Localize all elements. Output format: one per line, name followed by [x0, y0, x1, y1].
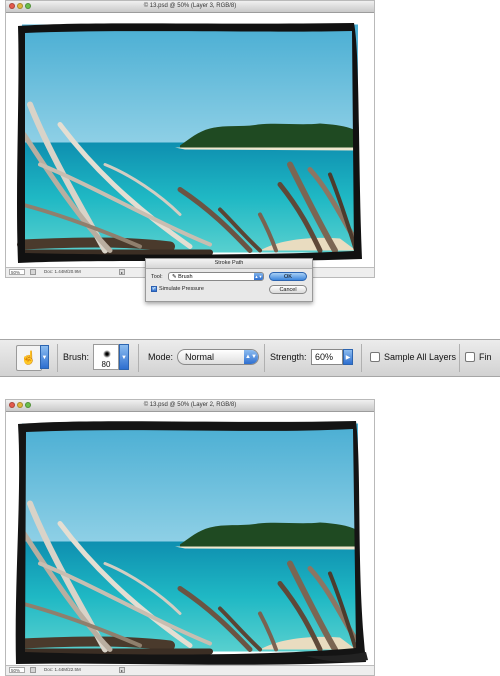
status-icon[interactable] — [30, 667, 36, 673]
zoom-field[interactable]: 50% — [9, 269, 25, 275]
divider — [459, 344, 460, 372]
tool-select-value: Brush — [178, 274, 193, 280]
document-window-layer3: © 13.psd @ 50% (Layer 3, RGB/8) 50% Doc:… — [5, 0, 375, 278]
tool-label: Tool: — [151, 274, 163, 280]
beach-photo — [6, 13, 374, 266]
status-menu-arrow-icon[interactable]: ▸ — [119, 269, 125, 275]
brush-tip-icon — [103, 350, 111, 358]
smudge-tool-icon[interactable]: ☝ — [16, 345, 42, 371]
document-window-layer2: © 13.psd @ 50% (Layer 2, RGB/8) 50% Doc:… — [5, 399, 375, 676]
status-menu-arrow-icon[interactable]: ▸ — [119, 667, 125, 673]
strength-label: Strength: — [270, 352, 307, 362]
brush-preset-picker[interactable]: 80 — [93, 344, 119, 370]
image-canvas[interactable] — [6, 13, 374, 266]
divider — [57, 344, 58, 372]
doc-size-info: Doc: 1.44M/20.9M — [44, 269, 81, 274]
window-titlebar[interactable]: © 13.psd @ 50% (Layer 2, RGB/8) — [6, 400, 374, 412]
tool-preset-menu-icon[interactable]: ▼ — [40, 345, 49, 369]
sample-all-layers-label: Sample All Layers — [384, 352, 457, 362]
chevron-down-icon: ▲▼ — [254, 273, 263, 280]
status-icon[interactable] — [30, 269, 36, 275]
simulate-pressure-checkbox[interactable]: ✓ — [151, 286, 157, 292]
strength-input[interactable]: 60% — [311, 349, 343, 365]
finger-painting-label: Fin — [479, 352, 492, 362]
brush-picker-arrow-icon[interactable]: ▼ — [119, 344, 129, 370]
doc-size-info: Doc: 1.44M/22.5M — [44, 667, 81, 672]
tool-options-bar: ☝ ▼ Brush: 80 ▼ Mode: Normal ▲▼ Strength… — [0, 339, 500, 377]
simulate-pressure-label: Simulate Pressure — [159, 286, 204, 292]
status-bar: 50% Doc: 1.44M/22.5M ▸ — [6, 665, 374, 675]
cancel-button[interactable]: Cancel — [269, 285, 307, 294]
brush-label: Brush: — [63, 352, 90, 362]
brush-tool-icon: ✎ — [172, 274, 177, 280]
sample-all-layers-checkbox[interactable] — [370, 352, 380, 362]
divider — [138, 344, 139, 372]
brush-size: 80 — [101, 360, 111, 369]
dialog-title: Stroke Path — [146, 259, 312, 269]
beach-photo — [6, 412, 374, 665]
image-canvas[interactable] — [6, 412, 374, 665]
chevron-down-icon: ▲▼ — [244, 350, 258, 364]
mode-label: Mode: — [148, 352, 174, 362]
divider — [361, 344, 362, 372]
mode-select[interactable]: Normal ▲▼ — [177, 349, 259, 365]
window-title: © 13.psd @ 50% (Layer 2, RGB/8) — [143, 402, 237, 408]
ok-button[interactable]: OK — [269, 272, 307, 281]
divider — [264, 344, 265, 372]
zoom-field[interactable]: 50% — [9, 667, 25, 673]
mode-value: Normal — [185, 352, 215, 362]
window-titlebar[interactable]: © 13.psd @ 50% (Layer 3, RGB/8) — [6, 1, 374, 13]
stroke-path-dialog: Stroke Path Tool: ✎ Brush ▲▼ ✓ Simulate … — [145, 258, 313, 302]
finger-painting-checkbox[interactable] — [465, 352, 475, 362]
window-title: © 13.psd @ 50% (Layer 3, RGB/8) — [143, 3, 237, 9]
strength-slider-arrow-icon[interactable]: ▶ — [343, 349, 353, 365]
tool-select[interactable]: ✎ Brush ▲▼ — [168, 272, 264, 281]
